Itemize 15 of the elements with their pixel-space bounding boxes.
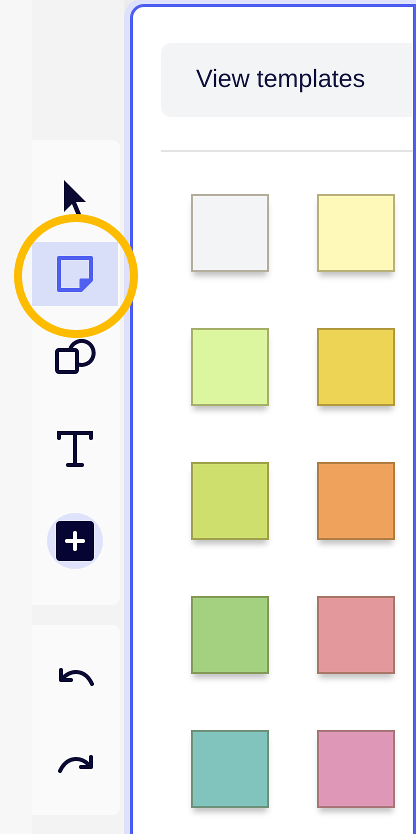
sticky-note-tool-button[interactable] — [32, 242, 118, 306]
view-templates-button[interactable]: View templates — [161, 43, 413, 117]
sticky-note-swatch[interactable] — [191, 328, 269, 406]
sticky-note-swatch[interactable] — [191, 462, 269, 540]
sticky-note-swatch[interactable] — [317, 194, 395, 272]
sticky-note-icon — [56, 255, 94, 293]
sticky-note-swatch[interactable] — [317, 730, 395, 808]
sticky-note-swatch[interactable] — [191, 730, 269, 808]
sticky-note-swatch[interactable] — [317, 328, 395, 406]
sticky-note-swatch[interactable] — [191, 194, 269, 272]
text-icon — [57, 430, 93, 468]
add-icon — [55, 520, 95, 562]
sticky-note-swatch[interactable] — [317, 462, 395, 540]
sticky-note-swatch[interactable] — [191, 596, 269, 674]
sticky-note-swatch[interactable] — [317, 596, 395, 674]
